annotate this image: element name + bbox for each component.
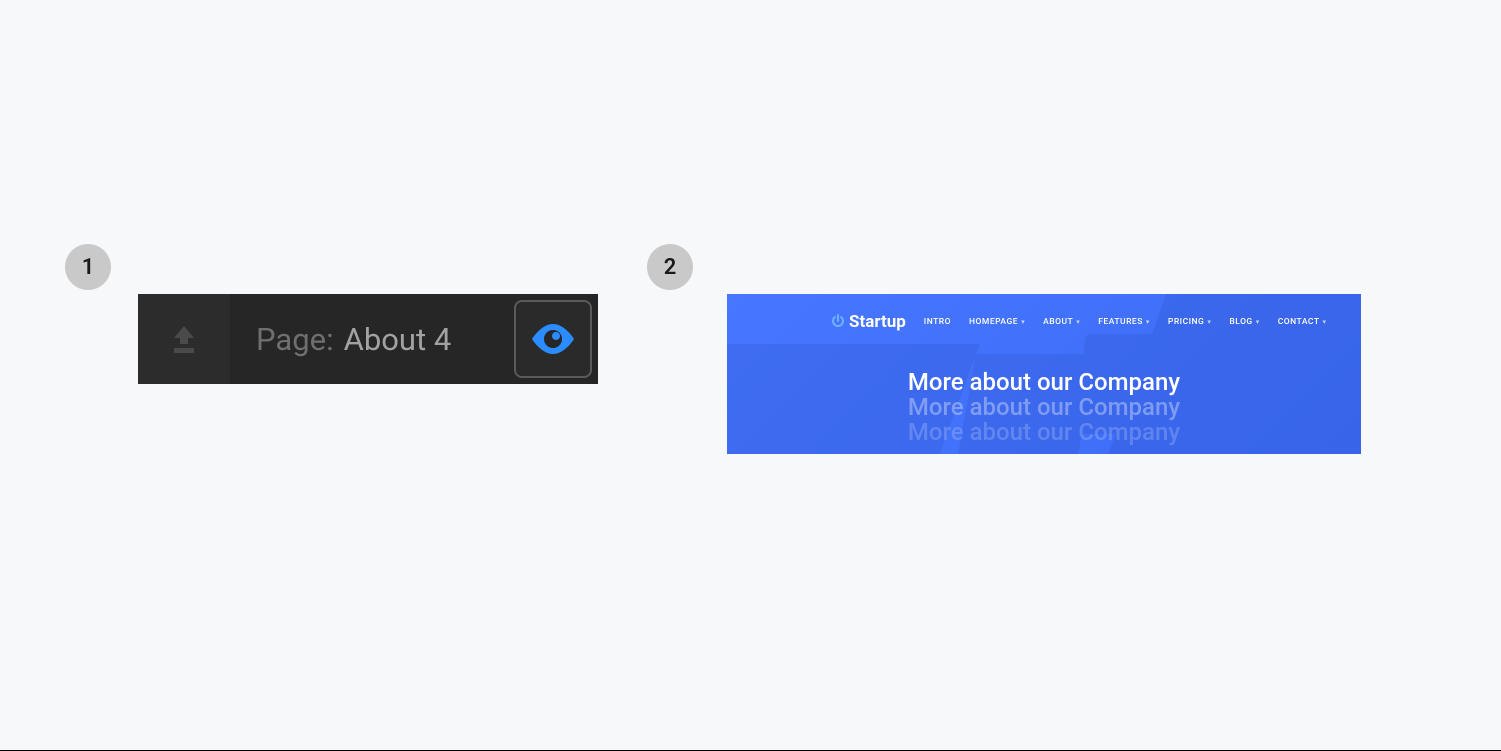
nav-label: BLOG (1229, 317, 1252, 327)
hero-heading-echo: More about our Company (727, 420, 1361, 445)
nav-features[interactable]: FEATURES ▾ (1098, 317, 1150, 327)
nav-label: INTRO (924, 317, 951, 327)
chevron-down-icon: ▾ (1076, 318, 1080, 326)
chevron-down-icon: ▾ (1207, 318, 1211, 326)
nav-about[interactable]: ABOUT ▾ (1043, 317, 1080, 327)
nav-pricing[interactable]: PRICING ▾ (1168, 317, 1211, 327)
power-icon (831, 313, 845, 332)
step-number: 1 (82, 255, 95, 280)
eye-icon (529, 322, 577, 356)
hero-section: More about our Company More about our Co… (727, 370, 1361, 446)
logo-text: Startup (849, 312, 906, 332)
site-preview: Startup INTRO HOMEPAGE ▾ ABOUT ▾ FEATURE… (727, 294, 1361, 454)
nav-blog[interactable]: BLOG ▾ (1229, 317, 1259, 327)
step-badge-1: 1 (65, 244, 111, 290)
site-logo[interactable]: Startup (831, 312, 906, 332)
page-label: Page: (256, 321, 334, 358)
upload-icon (167, 324, 201, 354)
chevron-down-icon: ▾ (1021, 318, 1025, 326)
nav-contact[interactable]: CONTACT ▾ (1278, 317, 1327, 327)
page-name: About 4 (344, 321, 452, 358)
hero-heading-echo: More about our Company (727, 395, 1361, 420)
chevron-down-icon: ▾ (1256, 318, 1260, 326)
chevron-down-icon: ▾ (1146, 318, 1150, 326)
nav-intro[interactable]: INTRO (924, 317, 951, 327)
nav-label: ABOUT (1043, 317, 1073, 327)
nav-label: HOMEPAGE (969, 317, 1018, 327)
page-selector[interactable]: Page: About 4 (230, 321, 514, 358)
upload-button[interactable] (138, 294, 230, 384)
step-number: 2 (664, 255, 677, 280)
editor-toolbar: Page: About 4 (138, 294, 598, 384)
preview-button[interactable] (514, 300, 592, 378)
site-navigation: Startup INTRO HOMEPAGE ▾ ABOUT ▾ FEATURE… (727, 294, 1361, 332)
nav-label: FEATURES (1098, 317, 1143, 327)
hero-heading: More about our Company (727, 370, 1361, 395)
chevron-down-icon: ▾ (1323, 318, 1327, 326)
step-badge-2: 2 (647, 244, 693, 290)
nav-homepage[interactable]: HOMEPAGE ▾ (969, 317, 1025, 327)
nav-label: PRICING (1168, 317, 1204, 327)
nav-label: CONTACT (1278, 317, 1320, 327)
